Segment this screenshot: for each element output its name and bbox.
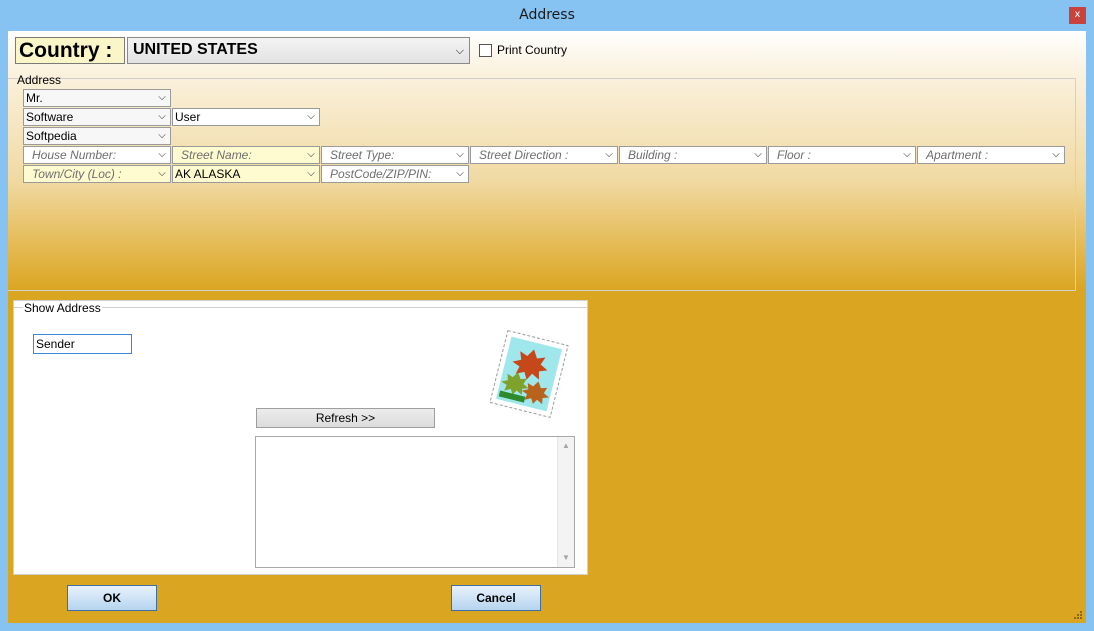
house-number-placeholder: House Number:: [32, 148, 117, 162]
window-title: Address: [519, 7, 575, 23]
street-type-placeholder: Street Type:: [330, 148, 395, 162]
street-direction-combo[interactable]: Street Direction : ⌵: [470, 146, 618, 164]
street-type-combo[interactable]: Street Type: ⌵: [321, 146, 469, 164]
show-address-panel: Show Address Sender Refresh >> ▲ ▼: [13, 300, 588, 575]
state-value: AK ALASKA: [175, 167, 241, 181]
street-name-combo[interactable]: Street Name: ⌵: [172, 146, 320, 164]
title-combo[interactable]: Mr. ⌵: [23, 89, 171, 107]
town-city-combo[interactable]: Town/City (Loc) : ⌵: [23, 165, 171, 183]
close-icon[interactable]: x: [1069, 7, 1086, 24]
last-name-value: User: [175, 110, 201, 124]
company-value: Softpedia: [26, 129, 77, 143]
chevron-down-icon[interactable]: ⌵: [156, 147, 168, 163]
chevron-down-icon[interactable]: ⌵: [156, 128, 168, 144]
scroll-up-icon[interactable]: ▲: [558, 439, 574, 453]
vertical-scrollbar[interactable]: ▲ ▼: [557, 437, 574, 567]
window-titlebar: Address x: [0, 0, 1094, 31]
sender-input[interactable]: Sender: [33, 334, 132, 354]
cancel-button[interactable]: Cancel: [451, 585, 541, 611]
stamp-logo-icon: [489, 329, 569, 419]
chevron-down-icon[interactable]: ⌵: [603, 147, 615, 163]
state-combo[interactable]: AK ALASKA ⌵: [172, 165, 320, 183]
street-name-placeholder: Street Name:: [181, 148, 252, 162]
building-combo[interactable]: Building : ⌵: [619, 146, 767, 164]
town-city-placeholder: Town/City (Loc) :: [32, 167, 122, 181]
postcode-placeholder: PostCode/ZIP/PIN:: [330, 167, 432, 181]
postcode-combo[interactable]: PostCode/ZIP/PIN: ⌵: [321, 165, 469, 183]
last-name-combo[interactable]: User ⌵: [172, 108, 320, 126]
chevron-down-icon[interactable]: ⌵: [454, 166, 466, 182]
chevron-down-icon[interactable]: ⌵: [456, 39, 464, 63]
show-address-legend: Show Address: [23, 301, 102, 315]
chevron-down-icon[interactable]: ⌵: [305, 109, 317, 125]
chevron-down-icon[interactable]: ⌵: [1050, 147, 1062, 163]
chevron-down-icon[interactable]: ⌵: [454, 147, 466, 163]
country-label: Country :: [15, 37, 125, 64]
building-placeholder: Building :: [628, 148, 678, 162]
first-name-combo[interactable]: Software ⌵: [23, 108, 171, 126]
floor-placeholder: Floor :: [777, 148, 812, 162]
chevron-down-icon[interactable]: ⌵: [305, 147, 317, 163]
address-group-legend: Address: [17, 73, 62, 87]
print-country-checkbox[interactable]: [479, 44, 492, 57]
apartment-combo[interactable]: Apartment : ⌵: [917, 146, 1065, 164]
chevron-down-icon[interactable]: ⌵: [156, 109, 168, 125]
street-direction-placeholder: Street Direction :: [479, 148, 569, 162]
apartment-placeholder: Apartment :: [926, 148, 989, 162]
print-country-label[interactable]: Print Country: [497, 43, 567, 57]
address-dialog-client: Country : UNITED STATES ⌵ Print Country …: [8, 31, 1086, 623]
country-value: UNITED STATES: [133, 41, 258, 58]
chevron-down-icon[interactable]: ⌵: [156, 90, 168, 106]
ok-button[interactable]: OK: [67, 585, 157, 611]
chevron-down-icon[interactable]: ⌵: [752, 147, 764, 163]
house-number-combo[interactable]: House Number: ⌵: [23, 146, 171, 164]
chevron-down-icon[interactable]: ⌵: [156, 166, 168, 182]
resize-grip-icon[interactable]: [1074, 611, 1082, 619]
chevron-down-icon[interactable]: ⌵: [901, 147, 913, 163]
company-combo[interactable]: Softpedia ⌵: [23, 127, 171, 145]
address-output-textarea[interactable]: ▲ ▼: [255, 436, 575, 568]
chevron-down-icon[interactable]: ⌵: [305, 166, 317, 182]
refresh-button[interactable]: Refresh >>: [256, 408, 435, 428]
address-group: Address Mr. ⌵ Software ⌵ User ⌵ Softpedi…: [8, 73, 1076, 291]
title-value: Mr.: [26, 91, 43, 105]
country-select[interactable]: UNITED STATES ⌵: [127, 37, 470, 64]
floor-combo[interactable]: Floor : ⌵: [768, 146, 916, 164]
scroll-down-icon[interactable]: ▼: [558, 551, 574, 565]
first-name-value: Software: [26, 110, 74, 124]
